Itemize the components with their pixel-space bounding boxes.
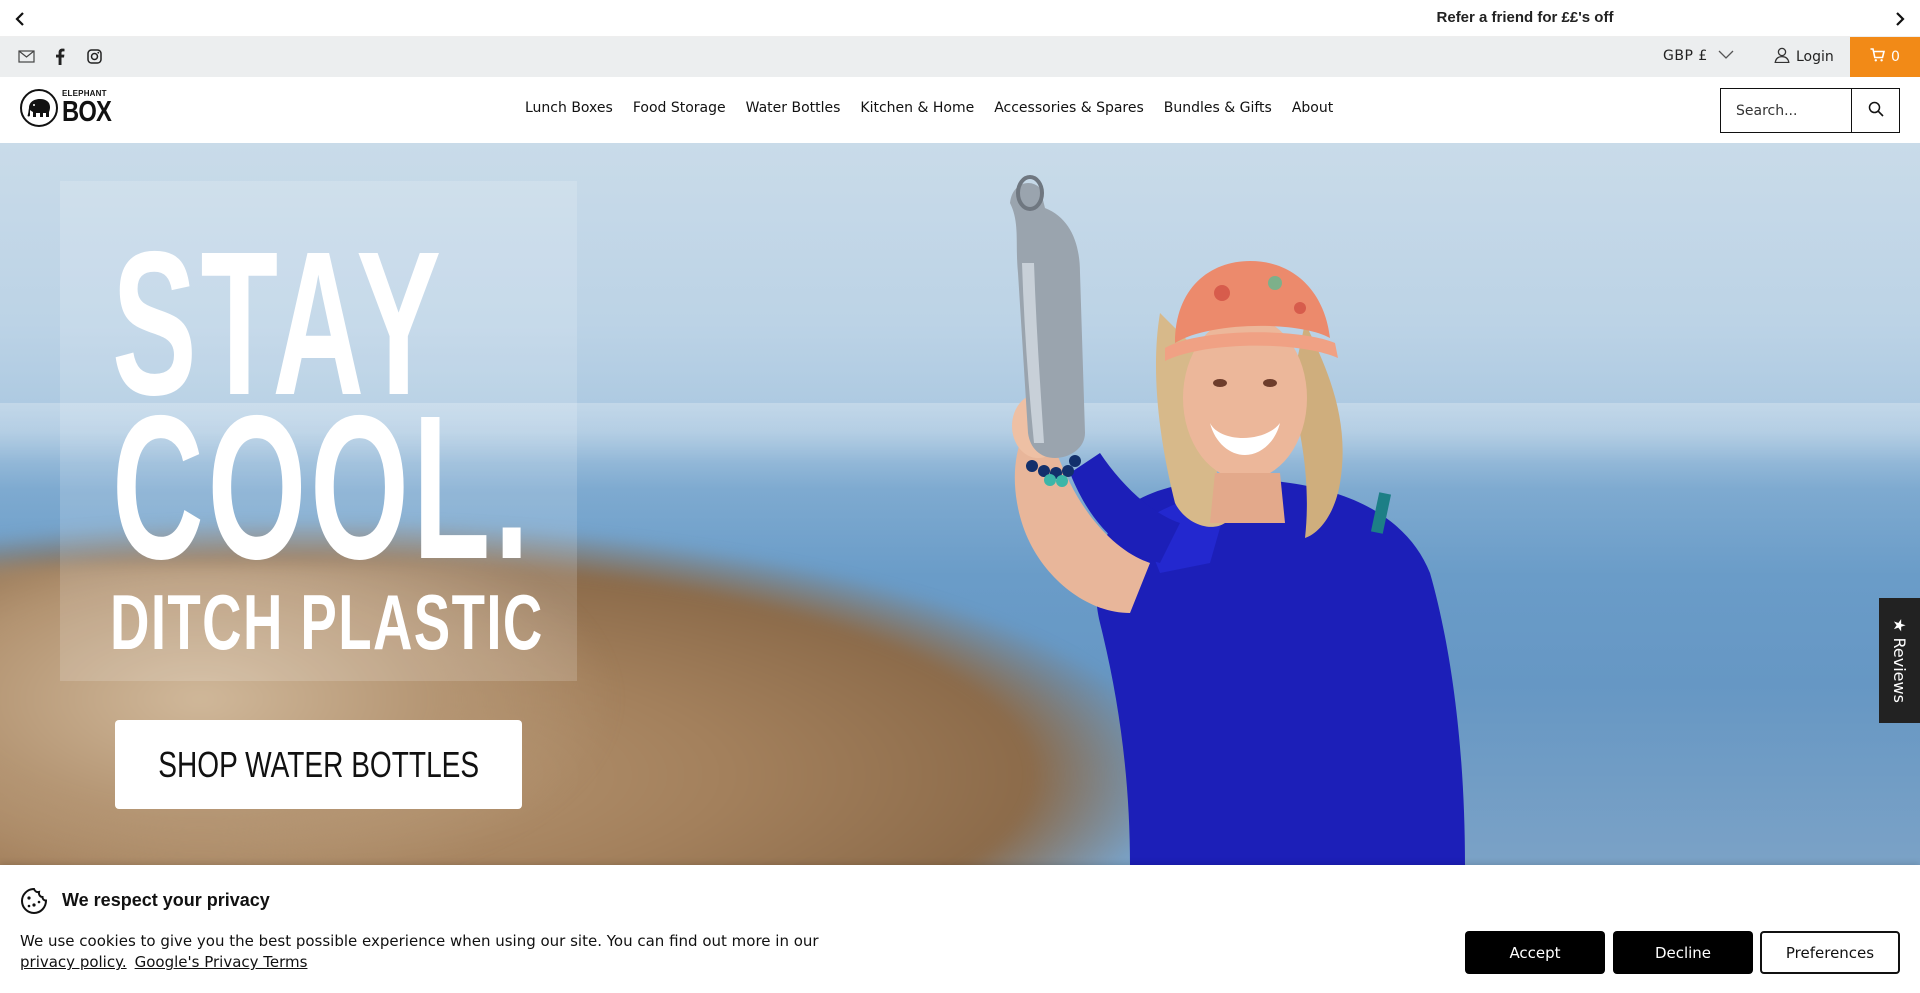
main-header: ELEPHANT BOX Lunch Boxes Food Storage Wa… bbox=[0, 77, 1920, 143]
currency-label: GBP £ bbox=[1663, 48, 1708, 64]
search-icon bbox=[1868, 101, 1884, 121]
cart-icon bbox=[1870, 48, 1886, 66]
reviews-tab[interactable]: ★ Reviews bbox=[1879, 598, 1920, 723]
hero-photo-woman-with-bottle bbox=[1010, 175, 1465, 865]
preferences-button[interactable]: Preferences bbox=[1760, 931, 1900, 974]
main-nav: Lunch Boxes Food Storage Water Bottles K… bbox=[525, 100, 1333, 116]
privacy-policy-link[interactable]: privacy policy. bbox=[20, 953, 127, 971]
nav-food-storage[interactable]: Food Storage bbox=[633, 100, 726, 116]
chevron-left-icon[interactable] bbox=[9, 8, 31, 30]
reviews-tab-label: ★ Reviews bbox=[1890, 618, 1910, 703]
hero-banner: STAY COOL. DITCH PLASTIC SHOP WATER BOTT… bbox=[0, 143, 1920, 865]
hero-subheadline: DITCH PLASTIC bbox=[110, 578, 544, 666]
user-icon bbox=[1774, 47, 1790, 67]
cart-count: 0 bbox=[1891, 49, 1900, 65]
instagram-icon[interactable] bbox=[84, 46, 104, 66]
utility-bar: GBP £ Login 0 bbox=[0, 37, 1920, 77]
accept-button[interactable]: Accept bbox=[1465, 931, 1605, 974]
mail-icon[interactable] bbox=[16, 46, 36, 66]
currency-selector[interactable]: GBP £ bbox=[1663, 48, 1734, 64]
cookie-title: We respect your privacy bbox=[62, 890, 270, 910]
cookie-links: privacy policy. Google's Privacy Terms bbox=[20, 953, 307, 971]
site-logo[interactable]: ELEPHANT BOX bbox=[20, 89, 122, 127]
nav-kitchen-home[interactable]: Kitchen & Home bbox=[860, 100, 974, 116]
search-input[interactable] bbox=[1721, 89, 1851, 132]
shop-button-label: SHOP WATER BOTTLES bbox=[158, 743, 479, 785]
cookie-icon bbox=[20, 887, 48, 915]
login-label: Login bbox=[1796, 49, 1834, 65]
search-box bbox=[1720, 88, 1900, 133]
decline-button[interactable]: Decline bbox=[1613, 931, 1753, 974]
chevron-down-icon bbox=[1718, 48, 1734, 64]
announcement-message[interactable]: Refer a friend for ££'s off bbox=[1300, 9, 1750, 26]
elephant-icon bbox=[20, 89, 58, 127]
nav-lunch-boxes[interactable]: Lunch Boxes bbox=[525, 100, 613, 116]
shop-water-bottles-button[interactable]: SHOP WATER BOTTLES bbox=[115, 720, 522, 809]
google-privacy-link[interactable]: Google's Privacy Terms bbox=[135, 953, 308, 971]
announcement-bar: Refer a friend for ££'s off bbox=[0, 0, 1920, 37]
login-link[interactable]: Login bbox=[1774, 47, 1834, 67]
nav-water-bottles[interactable]: Water Bottles bbox=[746, 100, 841, 116]
facebook-icon[interactable] bbox=[50, 46, 70, 66]
social-links bbox=[16, 46, 104, 66]
nav-accessories-spares[interactable]: Accessories & Spares bbox=[994, 100, 1144, 116]
logo-text-big: BOX bbox=[62, 95, 112, 128]
nav-about[interactable]: About bbox=[1292, 100, 1333, 116]
cart-button[interactable]: 0 bbox=[1850, 37, 1920, 77]
search-button[interactable] bbox=[1851, 89, 1899, 132]
chevron-right-icon[interactable] bbox=[1889, 8, 1911, 30]
hero-headline-line2: COOL. bbox=[112, 373, 534, 602]
cookie-text: We use cookies to give you the best poss… bbox=[20, 932, 819, 950]
nav-bundles-gifts[interactable]: Bundles & Gifts bbox=[1164, 100, 1272, 116]
cookie-banner: We respect your privacy We use cookies t… bbox=[0, 865, 1920, 993]
